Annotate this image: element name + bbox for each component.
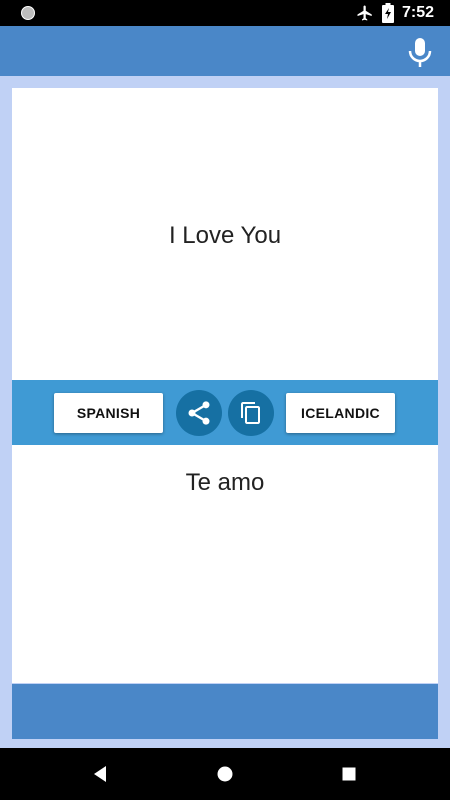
recents-button[interactable] xyxy=(339,764,359,784)
app-bar xyxy=(0,26,450,76)
source-language-button[interactable]: SPANISH xyxy=(54,393,163,433)
home-circle-icon xyxy=(217,766,233,782)
bottom-bar xyxy=(12,684,438,739)
circle-notification-icon xyxy=(21,6,35,20)
target-language-button[interactable]: ICELANDIC xyxy=(286,393,395,433)
system-navigation-bar xyxy=(0,748,450,800)
back-triangle-icon xyxy=(94,766,106,782)
status-right-group: 7:52 xyxy=(356,3,434,23)
status-time: 7:52 xyxy=(401,4,434,21)
copy-button[interactable] xyxy=(228,390,274,436)
home-button[interactable] xyxy=(215,764,235,784)
share-button[interactable] xyxy=(176,390,222,436)
airplane-mode-icon xyxy=(357,5,372,21)
microphone-icon xyxy=(408,38,432,67)
recents-square-icon xyxy=(342,767,356,781)
copy-icon xyxy=(241,402,260,424)
source-text[interactable]: I Love You xyxy=(0,222,450,250)
target-text[interactable]: Te amo xyxy=(0,469,450,497)
battery-charging-icon xyxy=(381,3,394,23)
back-button[interactable] xyxy=(90,764,110,784)
microphone-button[interactable] xyxy=(406,36,434,68)
status-bar: 7:52 xyxy=(0,0,450,26)
share-icon xyxy=(188,401,210,425)
